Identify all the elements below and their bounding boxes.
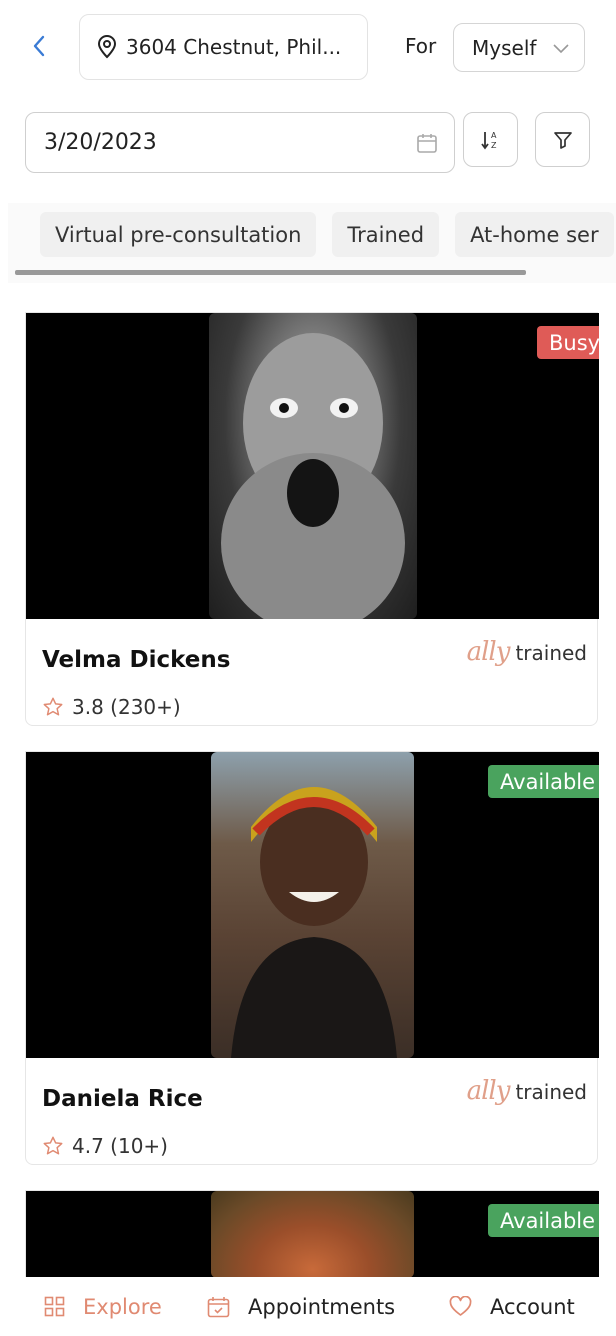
date-input[interactable]: 3/20/2023: [25, 112, 455, 173]
stylist-photo-area: Available: [26, 1191, 599, 1278]
stylist-name: Velma Dickens: [42, 647, 231, 673]
stylist-photo-area: Busy: [26, 313, 599, 619]
stylist-name: Daniela Rice: [42, 1086, 203, 1112]
stylist-photo: [211, 1191, 414, 1278]
chip-row: Virtual pre-consultation Trained At-home…: [40, 212, 614, 257]
ally-trained-label: ally trained: [467, 637, 587, 667]
status-badge: Available: [488, 1204, 599, 1237]
chevron-left-icon: [33, 35, 45, 57]
nav-explore[interactable]: Explore: [44, 1277, 162, 1336]
ally-logo: ally: [466, 637, 511, 667]
stylist-rating: 4.7 (10+): [42, 1134, 168, 1158]
sort-button[interactable]: AZ: [463, 112, 518, 167]
nav-account-label: Account: [490, 1294, 575, 1319]
trained-text: trained: [515, 1080, 587, 1104]
filter-icon: [553, 131, 572, 149]
calendar-icon: [417, 133, 437, 153]
date-value: 3/20/2023: [44, 130, 157, 155]
bottom-navigation: Explore Appointments Account: [0, 1277, 616, 1336]
nav-appointments-label: Appointments: [248, 1294, 396, 1319]
nav-explore-label: Explore: [83, 1294, 162, 1319]
chevron-down-icon: [553, 43, 569, 53]
ally-trained-label: ally trained: [467, 1076, 587, 1106]
stylist-portrait: [221, 333, 405, 619]
ally-logo: ally: [466, 1076, 511, 1106]
nav-account[interactable]: Account: [449, 1277, 575, 1336]
stylist-photo: [209, 313, 417, 619]
stylist-portrait: [231, 787, 397, 1058]
stylist-card[interactable]: Available Daniela Rice ally trained 4.7 …: [25, 751, 599, 1165]
star-icon: [43, 1136, 63, 1155]
calendar-check-icon: [207, 1296, 230, 1317]
heart-icon: [449, 1296, 472, 1316]
grid-icon: [44, 1296, 65, 1317]
status-badge: Busy: [537, 326, 599, 359]
for-select-value: Myself: [472, 35, 537, 60]
stylist-card[interactable]: Busy Velma Dickens ally trained 3.8 (230…: [25, 312, 599, 726]
sort-az-icon: AZ: [480, 131, 497, 150]
filter-button[interactable]: [535, 112, 590, 167]
chip-scrollbar[interactable]: [15, 270, 526, 275]
stylist-card[interactable]: Available: [25, 1190, 599, 1278]
chip-trained[interactable]: Trained: [332, 212, 440, 257]
for-select[interactable]: Myself: [453, 23, 585, 72]
stylist-photo-area: Available: [26, 752, 599, 1058]
svg-text:A: A: [491, 131, 497, 140]
star-icon: [43, 697, 63, 716]
chip-virtual-pre-consultation[interactable]: Virtual pre-consultation: [40, 212, 317, 257]
location-text: 3604 Chestnut, Phil...: [126, 35, 342, 59]
nav-appointments[interactable]: Appointments: [207, 1277, 395, 1336]
location-selector[interactable]: 3604 Chestnut, Phil...: [79, 14, 368, 80]
back-button[interactable]: [24, 28, 54, 64]
location-pin-icon: [97, 35, 117, 59]
for-label: For: [405, 34, 437, 58]
svg-text:Z: Z: [491, 141, 497, 150]
rating-value: 3.8 (230+): [72, 695, 181, 719]
stylist-rating: 3.8 (230+): [42, 695, 181, 719]
service-chip-strip[interactable]: Virtual pre-consultation Trained At-home…: [8, 203, 616, 283]
chip-at-home-service[interactable]: At-home ser: [455, 212, 614, 257]
stylist-photo: [211, 752, 414, 1058]
rating-value: 4.7 (10+): [72, 1134, 168, 1158]
trained-text: trained: [515, 641, 587, 665]
status-badge: Available: [488, 765, 599, 798]
